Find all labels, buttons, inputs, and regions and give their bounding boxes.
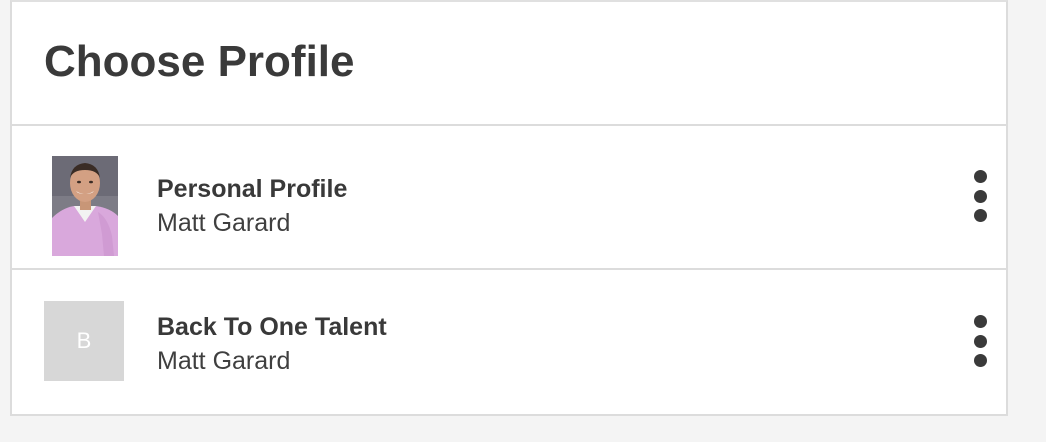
profile-text: Personal Profile Matt Garard [157, 172, 347, 240]
avatar-initial: B [76, 328, 92, 353]
avatar: B [44, 301, 124, 381]
kebab-dot [973, 334, 987, 348]
profile-name: Back To One Talent [157, 313, 387, 341]
choose-profile-panel: Choose Profile Personal Profile Matt Gar… [10, 0, 1008, 416]
profile-row-personal[interactable]: Personal Profile Matt Garard [12, 126, 1006, 270]
profile-text: Back To One Talent Matt Garard [157, 310, 387, 378]
kebab-dot [973, 354, 987, 367]
kebab-dot [973, 315, 987, 328]
kebab-dot [973, 209, 987, 222]
kebab-dot [973, 189, 987, 203]
profile-photo-image [52, 156, 118, 256]
more-vertical-icon[interactable] [968, 170, 992, 222]
more-vertical-icon[interactable] [968, 315, 992, 367]
profile-name: Personal Profile [157, 175, 348, 203]
kebab-dot [973, 170, 987, 183]
page-title: Choose Profile [44, 37, 355, 86]
profile-owner: Matt Garard [157, 209, 291, 237]
avatar [52, 156, 118, 256]
profile-owner: Matt Garard [157, 347, 291, 375]
panel-header: Choose Profile [12, 2, 1006, 126]
profile-row-back-to-one-talent[interactable]: B Back To One Talent Matt Garard [12, 270, 1006, 414]
